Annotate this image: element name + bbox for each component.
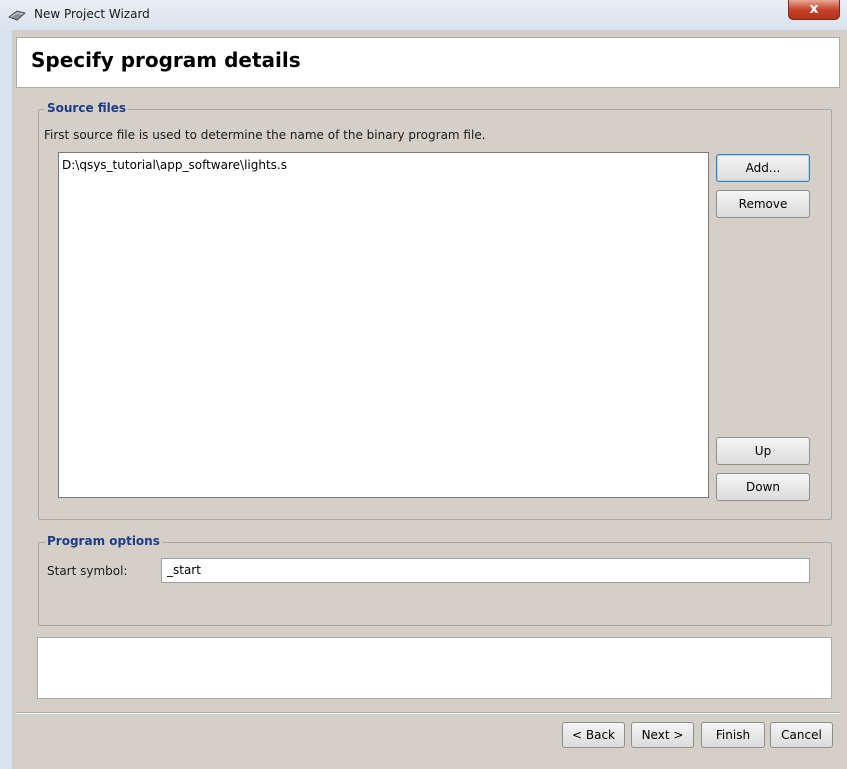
down-button[interactable]: Down [716,473,810,501]
program-options-legend: Program options [45,534,162,548]
source-files-legend: Source files [45,101,129,115]
next-button-label: Next > [641,728,684,742]
cancel-button[interactable]: Cancel [770,722,833,748]
left-frame-edge [0,30,12,769]
footer-separator-highlight [16,713,840,714]
add-button[interactable]: Add... [716,154,810,182]
close-icon: x [809,1,819,17]
page-title: Specify program details [31,48,301,72]
close-button[interactable]: x [788,0,840,20]
up-button[interactable]: Up [716,437,810,465]
remove-button[interactable]: Remove [716,190,810,218]
source-file-list[interactable]: D:\qsys_tutorial\app_software\lights.s [58,152,709,498]
cancel-button-label: Cancel [781,728,822,742]
list-item[interactable]: D:\qsys_tutorial\app_software\lights.s [62,158,287,172]
start-symbol-label: Start symbol: [47,564,128,578]
title-bar[interactable]: New Project Wizard x [0,0,847,31]
finish-button-label: Finish [715,728,751,742]
source-files-hint: First source file is used to determine t… [44,128,486,142]
wizard-icon [7,8,27,22]
finish-button[interactable]: Finish [701,722,765,748]
next-button[interactable]: Next > [631,722,694,748]
window-title: New Project Wizard [34,7,150,21]
wizard-window: New Project Wizard x Specify program det… [0,0,847,769]
program-options-group: Program options [38,534,832,626]
message-area [37,637,832,699]
back-button-label: < Back [571,728,615,742]
wizard-header: Specify program details [16,37,840,88]
start-symbol-input[interactable]: _start [161,558,810,583]
back-button[interactable]: < Back [562,722,625,748]
